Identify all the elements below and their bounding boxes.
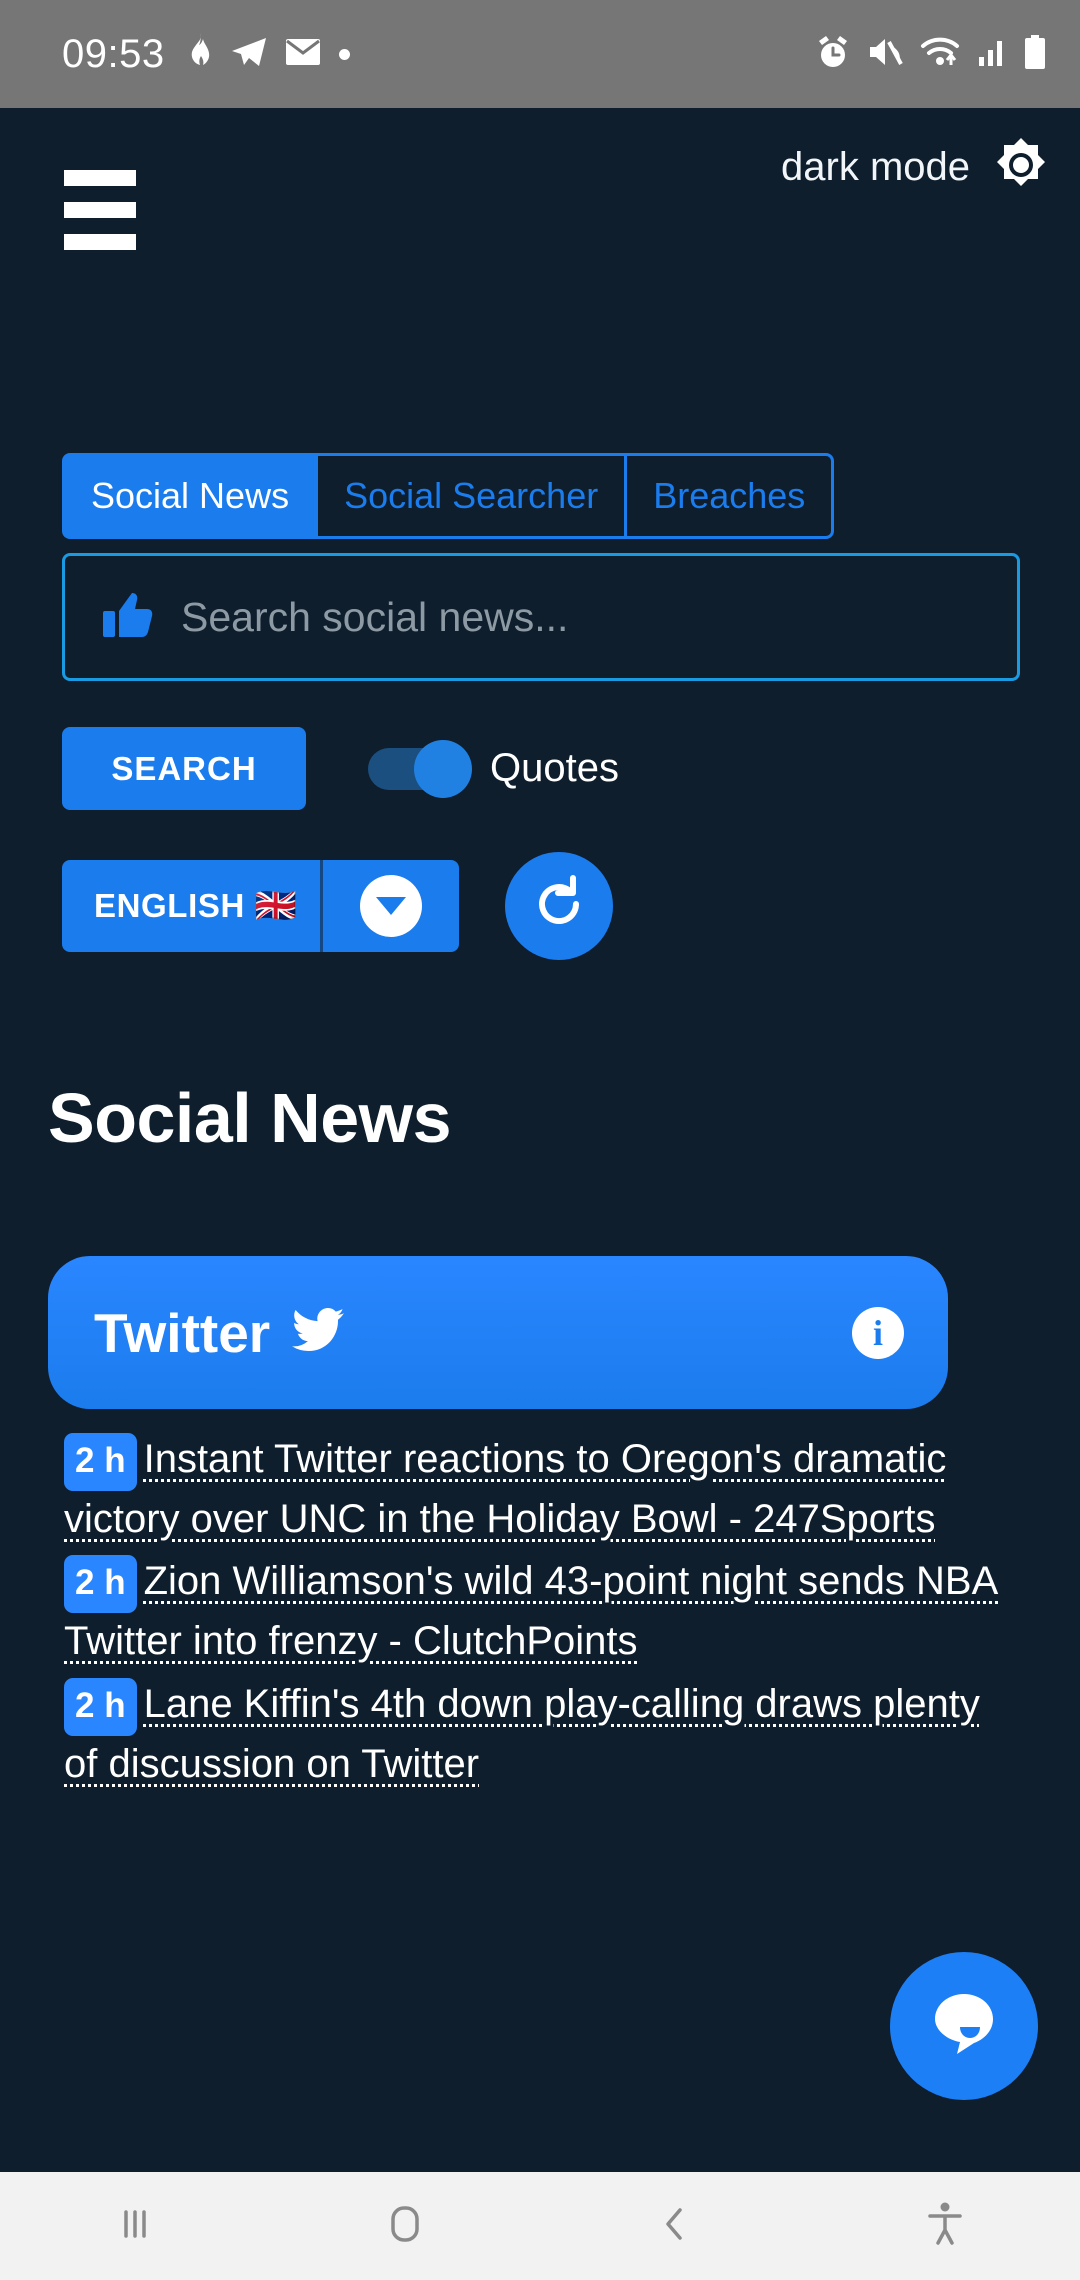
refresh-button[interactable] (504, 852, 613, 960)
thumbs-up-icon (101, 589, 153, 646)
nav-home-button[interactable] (270, 2172, 540, 2280)
nav-back-button[interactable] (540, 2172, 810, 2280)
dark-mode-label: dark mode (781, 145, 970, 189)
twitter-bird-icon (292, 1301, 345, 1365)
search-field[interactable]: Search social news... (62, 553, 1020, 681)
toggle-knob (414, 739, 472, 798)
dark-mode-toggle[interactable]: dark mode (781, 136, 1050, 199)
language-name: ENGLISH (94, 887, 245, 924)
quotes-toggle-wrap: Quotes (368, 739, 619, 798)
language-divider (319, 860, 323, 952)
news-headline-link[interactable]: Zion Williamson's wild 43-point night se… (64, 1559, 998, 1663)
recents-icon (113, 2202, 157, 2251)
news-item: 2 h Lane Kiffin's 4th down play-calling d… (64, 1676, 1004, 1792)
signal-icon (977, 37, 1007, 72)
status-bar-clock: 09:53 (62, 31, 165, 76)
tab-social-news[interactable]: Social News (62, 453, 316, 539)
news-time-badge: 2 h (64, 1433, 137, 1491)
app-header: dark mode (0, 108, 1080, 368)
network-card-title: Twitter (94, 1301, 345, 1365)
wifi-icon (920, 37, 960, 72)
tab-social-searcher[interactable]: Social Searcher (315, 453, 625, 539)
hamburger-bar (64, 202, 136, 218)
status-bar-right (816, 34, 1046, 75)
telegram-icon (231, 37, 267, 72)
chevron-down-icon (359, 875, 422, 937)
main-content: Social News Social Searcher Breaches Sea… (0, 368, 1080, 2172)
news-time-badge: 2 h (64, 1555, 137, 1614)
tab-breaches[interactable]: Breaches (624, 453, 835, 539)
language-label: ENGLISH 🇬🇧 (62, 887, 320, 925)
quotes-label: Quotes (490, 746, 619, 790)
hamburger-bar (64, 234, 136, 250)
news-item: 2 h Zion Williamson's wild 43-point night… (64, 1553, 1004, 1669)
home-icon (382, 2201, 428, 2252)
mail-icon (285, 38, 321, 71)
search-input-placeholder[interactable]: Search social news... (181, 594, 568, 641)
refresh-icon (529, 874, 589, 939)
network-name: Twitter (94, 1301, 271, 1364)
battery-icon (1024, 34, 1046, 74)
hamburger-bar (64, 170, 136, 186)
network-card-twitter[interactable]: Twitter i (48, 1256, 948, 1409)
status-bar-left: 09:53 (62, 32, 350, 77)
news-headline-link[interactable]: Lane Kiffin's 4th down play-calling draw… (64, 1682, 980, 1786)
language-row: ENGLISH 🇬🇧 (62, 852, 1080, 960)
nav-recents-button[interactable] (0, 2172, 270, 2280)
phone-screen: 09:53 dark mode Social News Social Searc… (0, 0, 1080, 2280)
back-icon (653, 2202, 697, 2251)
accessibility-icon (925, 2201, 965, 2252)
fire-icon (183, 32, 213, 76)
language-select[interactable]: ENGLISH 🇬🇧 (62, 860, 459, 952)
uk-flag-icon: 🇬🇧 (254, 887, 298, 925)
chevron-triangle (375, 897, 406, 915)
search-action-row: SEARCH Quotes (62, 727, 1080, 810)
news-item: 2 h Instant Twitter reactions to Oregon's… (64, 1431, 1004, 1547)
info-icon[interactable]: i (852, 1306, 904, 1359)
chat-bubble-icon (924, 1984, 1004, 2069)
status-bar: 09:53 (0, 0, 1080, 108)
page-title: Social News (48, 1079, 452, 1157)
news-headline-link[interactable]: Instant Twitter reactions to Oregon's dr… (64, 1437, 946, 1541)
news-list: 2 h Instant Twitter reactions to Oregon's… (64, 1431, 1004, 1792)
chat-fab-button[interactable] (890, 1952, 1038, 2100)
search-button[interactable]: SEARCH (62, 727, 306, 810)
news-time-badge: 2 h (64, 1677, 137, 1736)
android-nav-bar (0, 2172, 1080, 2280)
brightness-icon[interactable] (992, 136, 1050, 199)
language-dropdown-button[interactable] (323, 860, 459, 952)
quotes-toggle[interactable] (368, 739, 472, 798)
alarm-icon (816, 34, 850, 75)
tab-bar: Social News Social Searcher Breaches (62, 453, 950, 539)
mute-icon (867, 36, 903, 73)
hamburger-menu-icon[interactable] (64, 170, 136, 250)
nav-accessibility-button[interactable] (810, 2172, 1080, 2280)
dot-icon (338, 48, 350, 60)
